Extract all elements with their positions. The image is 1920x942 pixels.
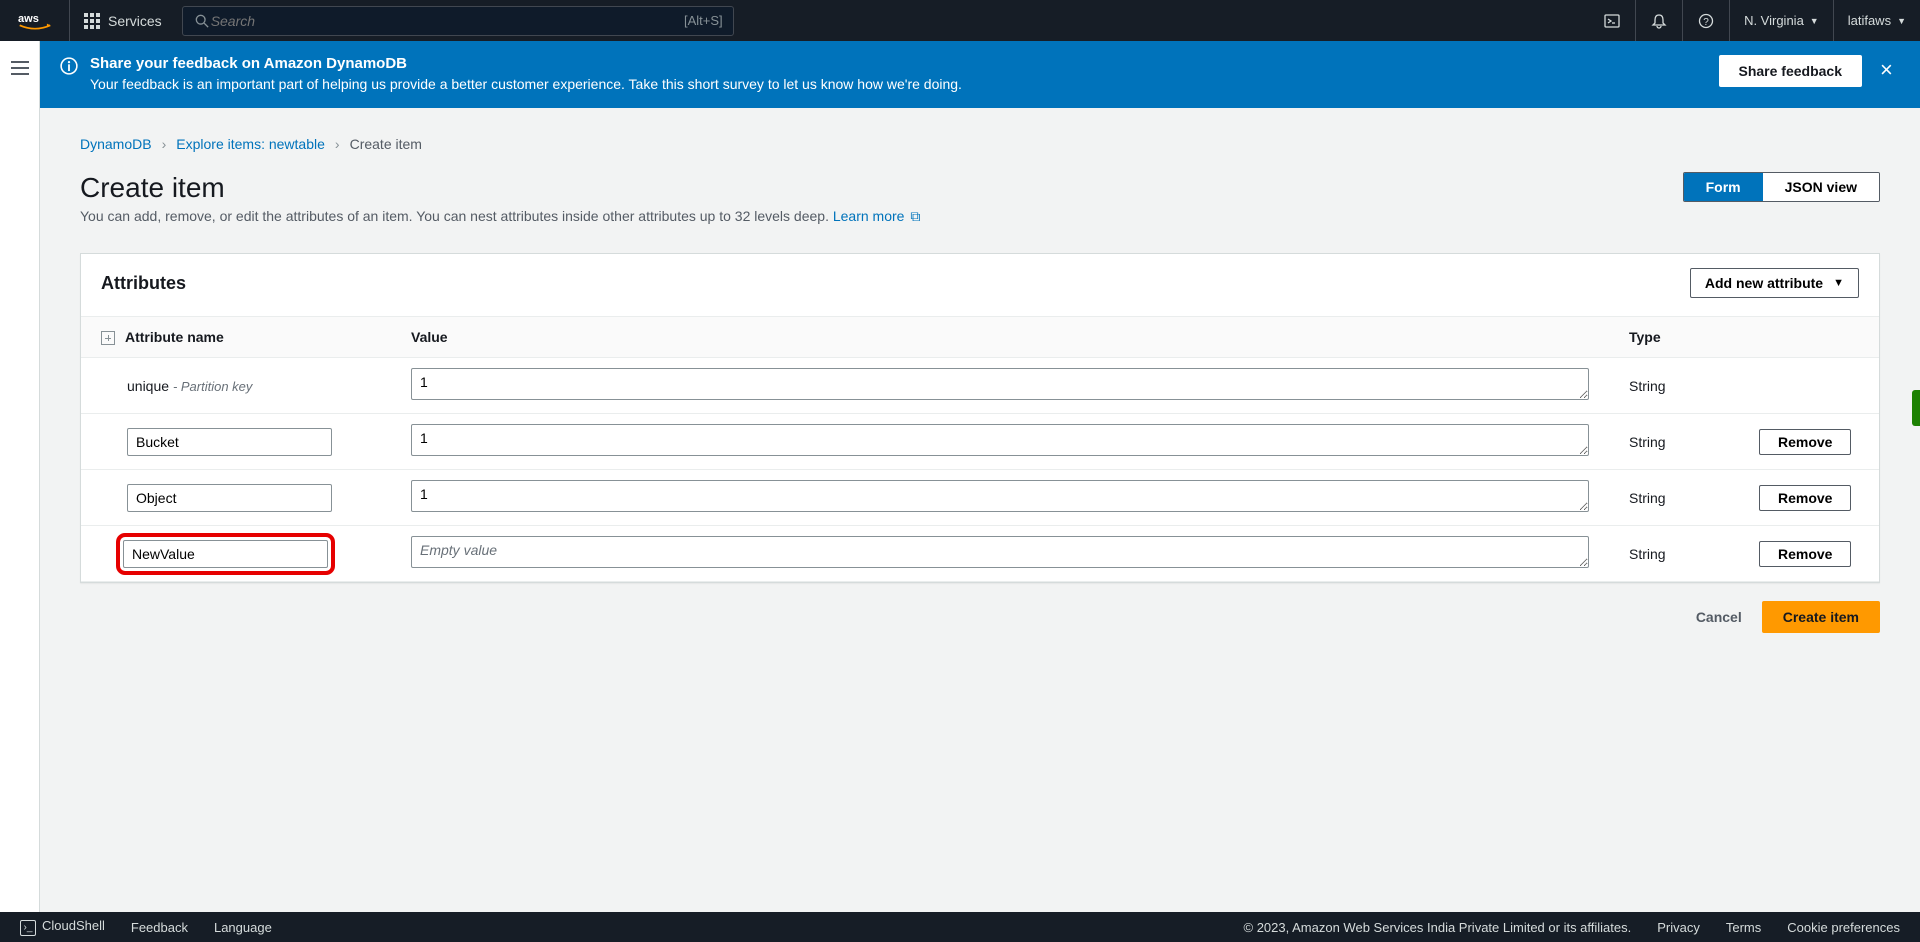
- search-icon: [193, 12, 211, 30]
- top-nav: aws Services [Alt+S] ? N. Virginia ▼ lati…: [0, 0, 1920, 41]
- chevron-right-icon: ›: [335, 136, 340, 152]
- table-row: String Remove: [81, 526, 1879, 582]
- caret-down-icon: ▼: [1833, 277, 1844, 289]
- region-label: N. Virginia: [1744, 13, 1804, 28]
- bell-icon: [1650, 12, 1668, 30]
- breadcrumb-dynamodb[interactable]: DynamoDB: [80, 136, 152, 152]
- value-input[interactable]: [411, 424, 1589, 456]
- add-attribute-button[interactable]: Add new attribute ▼: [1690, 268, 1859, 298]
- remove-button[interactable]: Remove: [1759, 429, 1851, 455]
- cloudshell-footer-link[interactable]: ›_CloudShell: [20, 918, 105, 936]
- info-icon: [60, 57, 78, 78]
- privacy-link[interactable]: Privacy: [1657, 920, 1700, 935]
- svg-text:aws: aws: [18, 13, 39, 25]
- close-icon[interactable]: ×: [1880, 61, 1900, 81]
- action-bar: Cancel Create item: [80, 601, 1880, 633]
- services-grid-icon: [84, 13, 100, 29]
- sidebar-toggle[interactable]: [11, 61, 29, 75]
- cancel-button[interactable]: Cancel: [1696, 609, 1742, 625]
- table-row: String Remove: [81, 414, 1879, 470]
- attr-name-input[interactable]: [127, 484, 332, 512]
- notifications-button[interactable]: [1635, 0, 1682, 41]
- remove-button[interactable]: Remove: [1759, 541, 1851, 567]
- banner-subtitle: Your feedback is an important part of he…: [90, 76, 1707, 92]
- services-button[interactable]: Services: [70, 0, 176, 41]
- type-cell: String: [1609, 414, 1739, 470]
- feedback-footer-link[interactable]: Feedback: [131, 920, 188, 935]
- page-title: Create item: [80, 172, 225, 204]
- type-cell: String: [1609, 358, 1739, 414]
- language-footer-link[interactable]: Language: [214, 920, 272, 935]
- cloudshell-icon: ›_: [20, 920, 36, 936]
- help-slideout-tab[interactable]: [1912, 390, 1920, 426]
- col-attribute-name: Attribute name: [81, 317, 391, 358]
- external-link-icon: ⧉: [910, 208, 920, 224]
- banner-title: Share your feedback on Amazon DynamoDB: [90, 55, 1707, 72]
- search-shortcut: [Alt+S]: [684, 13, 723, 28]
- value-input[interactable]: [411, 368, 1589, 400]
- help-button[interactable]: ?: [1682, 0, 1729, 41]
- aws-logo[interactable]: aws: [0, 0, 70, 41]
- col-type: Type: [1609, 317, 1739, 358]
- feedback-banner: Share your feedback on Amazon DynamoDB Y…: [40, 41, 1920, 108]
- services-label: Services: [108, 13, 162, 29]
- user-label: latifaws: [1848, 13, 1891, 28]
- value-input[interactable]: [411, 536, 1589, 568]
- table-row: String Remove: [81, 470, 1879, 526]
- caret-down-icon: ▼: [1810, 16, 1819, 26]
- attr-name-subtitle: - Partition key: [173, 379, 252, 394]
- share-feedback-button[interactable]: Share feedback: [1719, 55, 1863, 87]
- cookie-prefs-link[interactable]: Cookie preferences: [1787, 920, 1900, 935]
- col-actions: [1739, 317, 1879, 358]
- attributes-panel: Attributes Add new attribute ▼ Attribute…: [80, 253, 1880, 583]
- page-description: You can add, remove, or edit the attribu…: [80, 208, 1880, 225]
- view-toggle: Form JSON view: [1683, 172, 1880, 202]
- panel-title: Attributes: [101, 273, 186, 294]
- attr-name-input[interactable]: [127, 428, 332, 456]
- side-rail: [0, 41, 40, 912]
- chevron-right-icon: ›: [162, 136, 167, 152]
- caret-down-icon: ▼: [1897, 16, 1906, 26]
- region-selector[interactable]: N. Virginia ▼: [1729, 0, 1833, 41]
- value-input[interactable]: [411, 480, 1589, 512]
- footer-bar: ›_CloudShell Feedback Language © 2023, A…: [0, 912, 1920, 942]
- type-cell: String: [1609, 470, 1739, 526]
- table-row: unique - Partition key String: [81, 358, 1879, 414]
- tab-form[interactable]: Form: [1684, 173, 1763, 201]
- help-icon: ?: [1697, 12, 1715, 30]
- attr-name-label: unique: [127, 378, 169, 394]
- search-box[interactable]: [Alt+S]: [182, 6, 734, 36]
- expand-all-icon[interactable]: [101, 331, 115, 345]
- cloudshell-topnav-button[interactable]: [1589, 0, 1635, 41]
- terms-link[interactable]: Terms: [1726, 920, 1761, 935]
- breadcrumb: DynamoDB › Explore items: newtable › Cre…: [80, 136, 1880, 152]
- create-item-button[interactable]: Create item: [1762, 601, 1880, 633]
- learn-more-link[interactable]: Learn more ⧉: [833, 208, 920, 224]
- search-input[interactable]: [211, 13, 684, 29]
- type-cell: String: [1609, 526, 1739, 582]
- cloudshell-icon: [1603, 12, 1621, 30]
- svg-text:?: ?: [1703, 17, 1709, 28]
- copyright-text: © 2023, Amazon Web Services India Privat…: [1244, 920, 1632, 935]
- attributes-table: Attribute name Value Type unique - Parti…: [81, 316, 1879, 582]
- remove-button[interactable]: Remove: [1759, 485, 1851, 511]
- breadcrumb-current: Create item: [350, 136, 422, 152]
- attr-name-input[interactable]: [123, 540, 328, 568]
- tab-json-view[interactable]: JSON view: [1763, 173, 1879, 201]
- col-value: Value: [391, 317, 1609, 358]
- account-selector[interactable]: latifaws ▼: [1833, 0, 1920, 41]
- breadcrumb-explore-items[interactable]: Explore items: newtable: [176, 136, 325, 152]
